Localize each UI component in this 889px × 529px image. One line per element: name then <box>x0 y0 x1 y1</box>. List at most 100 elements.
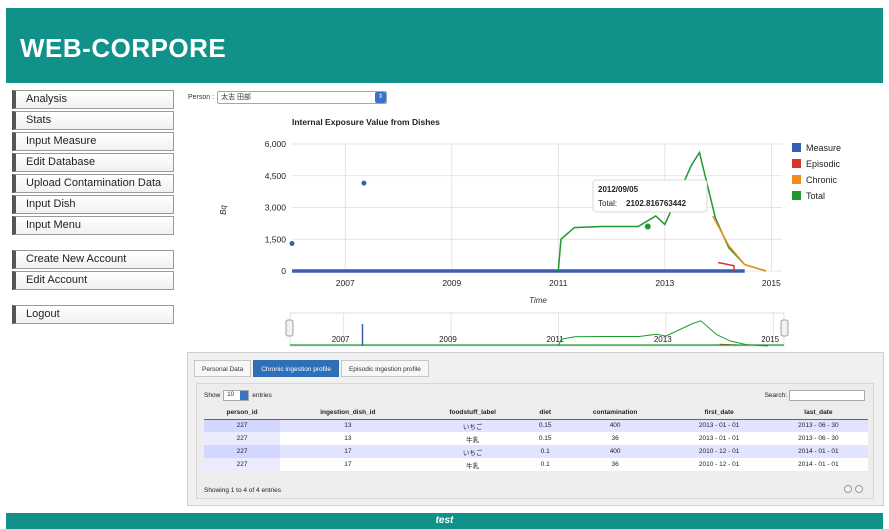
table-row: 227 13 牛乳 0.15 36 2013 - 01 - 01 2013 - … <box>204 432 868 445</box>
app-footer: test <box>6 513 883 529</box>
table-cell: 0.1 <box>529 445 561 458</box>
table-cell: 2010 - 12 - 01 <box>669 458 769 471</box>
sidebar-item-create-new-account[interactable]: Create New Account <box>12 250 174 269</box>
table-row: 227 13 いちご 0.15 400 2013 - 01 - 01 2013 … <box>204 419 868 432</box>
exposure-chart: Internal Exposure Value from Dishes Bq T… <box>186 108 882 350</box>
y-tick-label: 1,500 <box>265 234 287 244</box>
sidebar-item-stats[interactable]: Stats <box>12 111 174 130</box>
legend-swatch <box>792 191 801 200</box>
sidebar-item-upload-contamination-data[interactable]: Upload Contamination Data <box>12 174 174 193</box>
profile-tabs-panel: Personal Data Chronic ingestion profile … <box>187 352 884 506</box>
table-cell: いちご <box>415 445 530 458</box>
legend-swatch <box>792 175 801 184</box>
table-cell: 17 <box>280 445 416 458</box>
table-cell: 0.15 <box>529 432 561 445</box>
table-cell: 36 <box>560 458 670 471</box>
table-cell: 牛乳 <box>415 458 530 471</box>
column-header[interactable]: contamination <box>560 407 670 420</box>
legend-label: Measure <box>806 143 841 153</box>
column-header[interactable]: first_date <box>669 407 769 420</box>
table-cell: 227 <box>204 458 281 471</box>
tooltip-total-label: Total: <box>598 199 617 208</box>
tab-content: Show 10 entries Search: person_id ingest… <box>196 383 874 499</box>
navigator-right-handle <box>780 319 789 337</box>
measure-point <box>289 240 295 246</box>
legend-label: Chronic <box>806 175 838 185</box>
table-header-row: person_id ingestion_dish_id foodstuff_la… <box>204 407 868 420</box>
column-header[interactable]: ingestion_dish_id <box>280 407 416 420</box>
table-cell: 17 <box>280 458 416 471</box>
sidebar-item-logout[interactable]: Logout <box>12 305 174 324</box>
navigator-tick-label: 2013 <box>654 335 672 344</box>
table-cell: 0.15 <box>529 419 561 432</box>
y-tick-label: 6,000 <box>265 139 287 149</box>
x-axis-label: Time <box>529 296 547 305</box>
table-cell: 400 <box>560 445 670 458</box>
column-header[interactable]: person_id <box>204 407 281 420</box>
search-label: Search: <box>764 392 787 399</box>
column-header[interactable]: foodstuff_label <box>415 407 530 420</box>
person-select-value: 太志 田部 <box>221 94 252 101</box>
table-cell: 227 <box>204 432 281 445</box>
table-cell: 牛乳 <box>415 432 530 445</box>
table-cell: 13 <box>280 419 416 432</box>
chronic-ingestion-table: person_id ingestion_dish_id foodstuff_la… <box>204 407 868 471</box>
table-cell: 2013 - 01 - 01 <box>669 419 769 432</box>
tab-chronic-ingestion-profile[interactable]: Chronic ingestion profile <box>253 360 339 377</box>
table-row: 227 17 牛乳 0.1 36 2010 - 12 - 01 2014 - 0… <box>204 458 868 471</box>
column-header[interactable]: diet <box>529 407 561 420</box>
tooltip-date: 2012/09/05 <box>598 185 639 194</box>
measure-point <box>361 180 367 186</box>
navigator-left-handle <box>285 319 294 337</box>
table-cell: いちご <box>415 419 530 432</box>
highlight-point <box>644 223 651 230</box>
y-axis-label: Bq <box>219 205 228 215</box>
table-cell: 400 <box>560 419 670 432</box>
navigator-tick-label: 2015 <box>761 335 779 344</box>
table-cell: 36 <box>560 432 670 445</box>
show-label: Show <box>204 392 221 399</box>
x-tick-label: 2007 <box>336 278 355 288</box>
chart-title: Internal Exposure Value from Dishes <box>292 117 440 127</box>
tooltip-total-value: 2102.816763442 <box>626 199 687 208</box>
exposure-chart-svg: Internal Exposure Value from Dishes Bq T… <box>219 117 841 347</box>
column-header[interactable]: last_date <box>768 407 868 420</box>
footer-text: test <box>435 515 454 526</box>
sidebar-item-edit-account[interactable]: Edit Account <box>12 271 174 290</box>
table-row: 227 17 いちご 0.1 400 2010 - 12 - 01 2014 -… <box>204 445 868 458</box>
next-page-button[interactable] <box>855 485 863 493</box>
entries-select[interactable]: 10 <box>223 390 250 401</box>
x-tick-label: 2009 <box>442 278 461 288</box>
search-input[interactable] <box>789 390 865 401</box>
tab-personal-data[interactable]: Personal Data <box>194 360 252 377</box>
legend-swatch <box>792 159 801 168</box>
navigator-tick-label: 2007 <box>332 335 350 344</box>
app-header: WEB-CORPORE <box>6 8 883 83</box>
table-length-control: Show 10 entries <box>204 390 272 401</box>
legend-label: Total <box>806 191 825 201</box>
previous-page-button[interactable] <box>844 485 852 493</box>
table-cell: 2013 - 06 - 30 <box>768 419 868 432</box>
sidebar-item-edit-database[interactable]: Edit Database <box>12 153 174 172</box>
x-tick-label: 2015 <box>762 278 781 288</box>
person-select[interactable]: 太志 田部 ⇕ <box>217 91 388 104</box>
sidebar-item-input-menu[interactable]: Input Menu <box>12 216 174 235</box>
y-tick-label: 3,000 <box>265 203 287 213</box>
chart-tooltip: 2012/09/05 Total: 2102.816763442 <box>592 179 708 213</box>
sidebar-item-input-dish[interactable]: Input Dish <box>12 195 174 214</box>
x-tick-label: 2011 <box>549 278 568 288</box>
tab-episodic-ingestion-profile[interactable]: Episodic ingestion profile <box>340 360 429 377</box>
table-cell: 2010 - 12 - 01 <box>669 445 769 458</box>
y-tick-label: 4,500 <box>265 171 287 181</box>
sidebar-item-input-measure[interactable]: Input Measure <box>12 132 174 151</box>
entries-select-value: 10 <box>227 392 234 398</box>
table-cell: 2014 - 01 - 01 <box>768 445 868 458</box>
legend-label: Episodic <box>806 159 841 169</box>
sidebar-item-analysis[interactable]: Analysis <box>12 90 174 109</box>
table-cell: 2013 - 06 - 30 <box>768 432 868 445</box>
select-arrow-icon <box>240 391 249 400</box>
sidebar-nav: Analysis Stats Input Measure Edit Databa… <box>12 90 174 326</box>
legend-swatch <box>792 143 801 152</box>
